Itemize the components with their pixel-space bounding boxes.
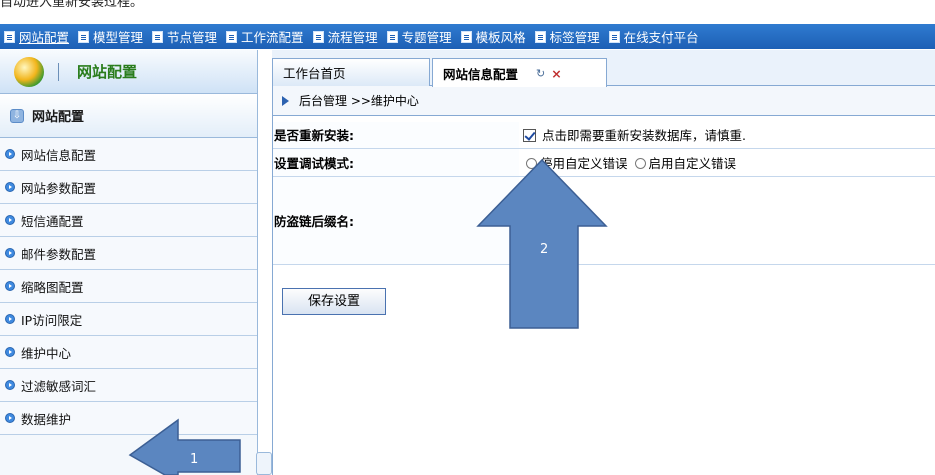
- document-icon: [226, 30, 238, 43]
- sidebar-scroll-handle[interactable]: [256, 452, 272, 475]
- refresh-icon[interactable]: ↻: [536, 67, 545, 80]
- logo-icon: [14, 56, 44, 87]
- nav-item-template-style[interactable]: 模板风格: [460, 27, 526, 46]
- form-row-reinstall: 是否重新安装: 点击即需要重新安装数据库，请慎重.: [272, 122, 935, 149]
- arrow-right-icon: [282, 95, 289, 106]
- reinstall-label: 是否重新安装:: [272, 122, 519, 149]
- document-icon: [4, 30, 15, 43]
- annotation-number-2: 2: [540, 242, 549, 257]
- document-icon: [78, 30, 90, 43]
- document-icon: [534, 30, 546, 43]
- document-icon: [386, 30, 398, 43]
- section-label: 网站配置: [32, 110, 85, 125]
- sidebar-section-header[interactable]: ⇩ 网站配置: [0, 94, 257, 138]
- arrow-bullet-icon: [5, 413, 15, 423]
- settings-form: 是否重新安装: 点击即需要重新安装数据库，请慎重. 设置调试模式: 停用自定义错…: [272, 122, 935, 265]
- hotlink-value[interactable]: [519, 176, 935, 265]
- reinstall-value: 点击即需要重新安装数据库，请慎重.: [519, 122, 935, 149]
- top-navigation-bar: 网站配置 模型管理 节点管理 工作流配置 流程管理 专题管理 模板风格 标签管理…: [0, 24, 935, 49]
- tab-workbench-home[interactable]: 工作台首页: [272, 58, 430, 86]
- nav-item-tag-management[interactable]: 标签管理: [534, 27, 600, 46]
- annotation-number-1: 1: [190, 452, 199, 467]
- debug-disable-radio[interactable]: [526, 157, 537, 169]
- sidebar: 网站配置 ⇩ 网站配置 网站信息配置 网站参数配置 短信通配置 邮件参数配置 缩…: [0, 50, 258, 475]
- arrow-bullet-icon: [5, 314, 15, 324]
- sidebar-item-site-info[interactable]: 网站信息配置: [0, 138, 257, 171]
- arrow-bullet-icon: [5, 215, 15, 225]
- breadcrumb-text: 后台管理 >>维护中心: [299, 94, 419, 108]
- document-icon: [152, 30, 164, 43]
- caption-text: 自动进入重新安装过程。: [0, 0, 144, 10]
- sidebar-list: 网站信息配置 网站参数配置 短信通配置 邮件参数配置 缩略图配置 IP访问限定 …: [0, 138, 257, 435]
- debug-option-disable: 停用自定义错误: [540, 155, 628, 171]
- sidebar-header: 网站配置: [0, 50, 257, 94]
- reinstall-hint: 点击即需要重新安装数据库，请慎重.: [542, 128, 746, 144]
- debug-value: 停用自定义错误 启用自定义错误: [519, 148, 935, 177]
- debug-enable-radio[interactable]: [634, 157, 646, 169]
- document-icon: [312, 30, 324, 43]
- divider: [58, 62, 59, 81]
- nav-item-process-management[interactable]: 流程管理: [312, 27, 378, 46]
- sidebar-item-sms[interactable]: 短信通配置: [0, 204, 257, 237]
- sidebar-item-email[interactable]: 邮件参数配置: [0, 237, 257, 270]
- arrow-bullet-icon: [5, 281, 15, 291]
- close-icon[interactable]: ×: [551, 66, 561, 81]
- sidebar-item-ip-limit[interactable]: IP访问限定: [0, 303, 257, 336]
- arrow-bullet-icon: [5, 347, 15, 357]
- debug-option-enable: 启用自定义错误: [648, 155, 737, 171]
- form-row-debug: 设置调试模式: 停用自定义错误 启用自定义错误: [272, 148, 935, 177]
- save-settings-button[interactable]: 保存设置: [282, 288, 386, 315]
- collapse-icon[interactable]: ⇩: [10, 108, 24, 123]
- sidebar-item-maintenance[interactable]: 维护中心: [0, 336, 257, 369]
- arrow-bullet-icon: [5, 182, 15, 192]
- reinstall-checkbox[interactable]: [523, 129, 536, 143]
- form-row-hotlink: 防盗链后缀名:: [272, 176, 935, 265]
- debug-label: 设置调试模式:: [272, 148, 519, 177]
- nav-item-model-management[interactable]: 模型管理: [78, 27, 143, 46]
- tab-strip: 工作台首页 网站信息配置 ↻ ×: [272, 50, 935, 87]
- hotlink-label: 防盗链后缀名:: [272, 176, 519, 265]
- arrow-bullet-icon: [5, 149, 15, 159]
- tab-site-info-config[interactable]: 网站信息配置 ↻ ×: [432, 58, 607, 87]
- sidebar-title: 网站配置: [77, 63, 138, 81]
- breadcrumb: 后台管理 >>维护中心: [272, 86, 935, 116]
- sidebar-item-thumbnail[interactable]: 缩略图配置: [0, 270, 257, 303]
- nav-item-site-config[interactable]: 网站配置: [4, 27, 69, 46]
- nav-item-node-management[interactable]: 节点管理: [152, 27, 217, 46]
- arrow-bullet-icon: [5, 380, 15, 390]
- main-panel: 工作台首页 网站信息配置 ↻ × 后台管理 >>维护中心 是否重新安装: 点击即…: [272, 50, 935, 475]
- nav-item-topic-management[interactable]: 专题管理: [386, 27, 452, 46]
- document-icon: [460, 30, 472, 43]
- sidebar-item-filter-words[interactable]: 过滤敏感词汇: [0, 369, 257, 402]
- document-icon: [608, 30, 620, 43]
- sidebar-item-site-params[interactable]: 网站参数配置: [0, 171, 257, 204]
- nav-item-workflow-config[interactable]: 工作流配置: [226, 27, 304, 46]
- arrow-bullet-icon: [5, 248, 15, 258]
- nav-item-online-payment[interactable]: 在线支付平台: [608, 27, 699, 46]
- sidebar-item-data-maintenance[interactable]: 数据维护: [0, 402, 257, 435]
